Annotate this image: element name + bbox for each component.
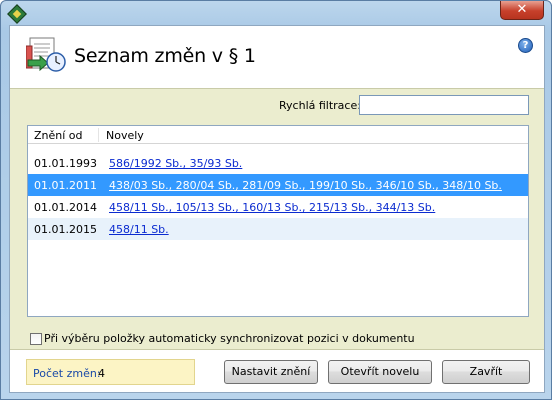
row-date: 01.01.2014 <box>34 201 97 214</box>
row-date: 01.01.2015 <box>34 223 97 236</box>
table-header: Znění od Novely <box>28 126 528 144</box>
row-novely-links[interactable]: 458/11 Sb., 105/13 Sb., 160/13 Sb., 215/… <box>109 201 435 214</box>
sync-checkbox-label[interactable]: Při výběru položky automaticky synchroni… <box>44 332 415 345</box>
dialog-header: Seznam změn v § 1 ? <box>10 26 544 88</box>
column-header-date[interactable]: Znění od <box>34 129 83 142</box>
quick-filter-input[interactable] <box>359 95 529 115</box>
table-row-selected[interactable]: 01.01.2011 438/03 Sb., 280/04 Sb., 281/0… <box>28 174 528 196</box>
close-button[interactable]: Zavřít <box>442 360 530 384</box>
sync-checkbox[interactable] <box>30 333 42 345</box>
table-row[interactable]: 01.01.2015 458/11 Sb. <box>28 218 528 240</box>
row-novely-links[interactable]: 438/03 Sb., 280/04 Sb., 281/09 Sb., 199/… <box>109 179 502 192</box>
changes-table: Znění od Novely 01.01.1993 586/1992 Sb.,… <box>27 125 529 317</box>
change-count-box: Počet změn: 4 <box>26 359 195 385</box>
help-icon[interactable]: ? <box>518 38 533 53</box>
page-title: Seznam změn v § 1 <box>74 45 256 67</box>
document-history-icon <box>26 37 66 72</box>
column-separator[interactable] <box>98 128 99 142</box>
quick-filter-label: Rychlá filtrace: <box>279 99 361 112</box>
row-novely-links[interactable]: 586/1992 Sb., 35/93 Sb. <box>109 157 242 170</box>
column-header-novely[interactable]: Novely <box>106 129 144 142</box>
title-bar[interactable]: ✕ <box>1 1 552 25</box>
table-row[interactable]: 01.01.1993 586/1992 Sb., 35/93 Sb. <box>28 152 528 174</box>
close-icon: ✕ <box>516 2 528 17</box>
close-window-button[interactable]: ✕ <box>500 1 544 20</box>
change-count-value: 4 <box>98 367 105 380</box>
row-date: 01.01.2011 <box>34 179 97 192</box>
app-icon <box>7 4 27 24</box>
window-frame: ✕ Seznam změn v § 1 ? Rychlá filtrace: Z… <box>0 0 552 400</box>
set-version-button[interactable]: Nastavit znění <box>224 360 318 384</box>
dialog-client-area: Seznam změn v § 1 ? Rychlá filtrace: Zně… <box>9 25 545 393</box>
row-novely-links[interactable]: 458/11 Sb. <box>109 223 169 236</box>
open-amendment-button[interactable]: Otevřít novelu <box>328 360 432 384</box>
change-count-label: Počet změn: <box>33 367 101 380</box>
changes-panel: Rychlá filtrace: Znění od Novely 01.01.1… <box>10 88 544 350</box>
row-date: 01.01.1993 <box>34 157 97 170</box>
table-row[interactable]: 01.01.2014 458/11 Sb., 105/13 Sb., 160/1… <box>28 196 528 218</box>
